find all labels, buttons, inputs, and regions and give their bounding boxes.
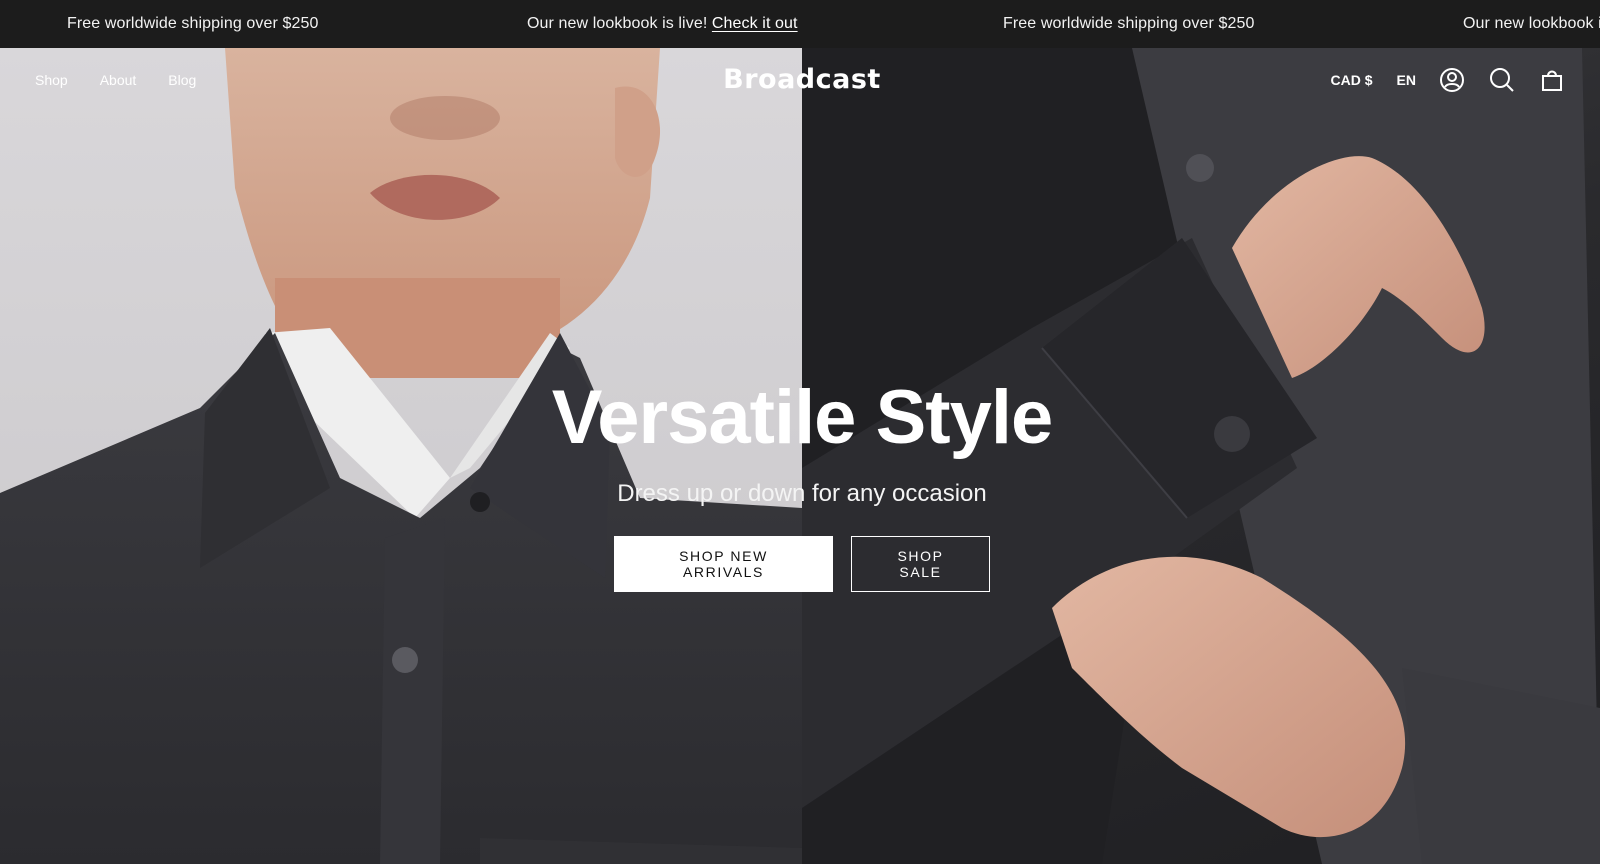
- currency-selector[interactable]: CAD $: [1331, 72, 1373, 88]
- announcement-lookbook-repeat: Our new lookbook is: [1463, 15, 1600, 32]
- announcement-shipping: Free worldwide shipping over $250: [67, 15, 319, 32]
- announcement-lookbook-text: Our new lookbook is live!: [527, 15, 708, 32]
- search-icon[interactable]: [1488, 66, 1516, 94]
- announcement-shipping-repeat: Free worldwide shipping over $250: [1003, 15, 1255, 32]
- announcement-bar: Free worldwide shipping over $250 Our ne…: [0, 0, 1600, 48]
- hero-cta-row: SHOP NEW ARRIVALS SHOP SALE: [0, 536, 1600, 592]
- account-icon[interactable]: [1438, 66, 1466, 94]
- hero-headline: Versatile Style: [551, 375, 1053, 460]
- language-selector[interactable]: EN: [1397, 72, 1416, 88]
- hero-copy: Versatile Style Dress up or down for any…: [0, 380, 1600, 592]
- cart-icon[interactable]: [1538, 66, 1566, 94]
- shop-sale-button[interactable]: SHOP SALE: [851, 536, 990, 592]
- header-utilities: CAD $ EN: [1331, 66, 1566, 94]
- hero-subheadline: Dress up or down for any occasion: [617, 480, 987, 507]
- announcement-lookbook: Our new lookbook is live! Check it out: [527, 0, 798, 48]
- lookbook-link[interactable]: Check it out: [712, 15, 798, 32]
- shop-new-arrivals-button[interactable]: SHOP NEW ARRIVALS: [614, 536, 833, 592]
